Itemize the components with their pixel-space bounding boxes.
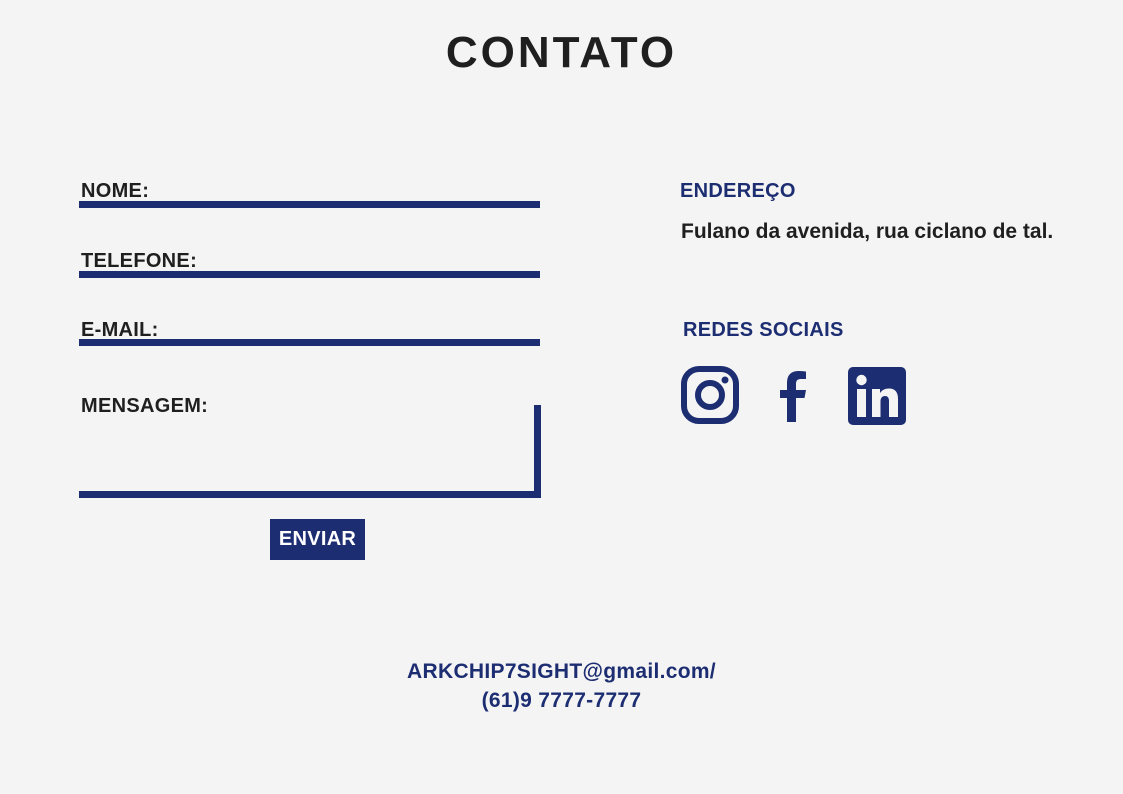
footer-email[interactable]: ARKCHIP7SIGHT@gmail.com/ (0, 660, 1123, 684)
facebook-icon[interactable] (779, 370, 807, 427)
linkedin-icon[interactable] (848, 367, 906, 430)
address-heading: ENDEREÇO (680, 180, 796, 202)
social-heading: REDES SOCIAIS (683, 319, 844, 341)
instagram-icon[interactable] (681, 366, 739, 429)
phone-label: TELEFONE: (81, 250, 198, 272)
send-button[interactable]: ENVIAR (270, 519, 365, 560)
page-title: CONTATO (445, 28, 678, 77)
address-text: Fulano da avenida, rua ciclano de tal. (681, 220, 1054, 243)
name-label: NOME: (81, 180, 150, 202)
message-field[interactable] (79, 405, 541, 498)
footer-phone: (61)9 7777-7777 (481, 689, 642, 712)
email-field[interactable] (79, 339, 540, 346)
phone-field[interactable] (79, 271, 540, 278)
name-field[interactable] (79, 201, 540, 208)
